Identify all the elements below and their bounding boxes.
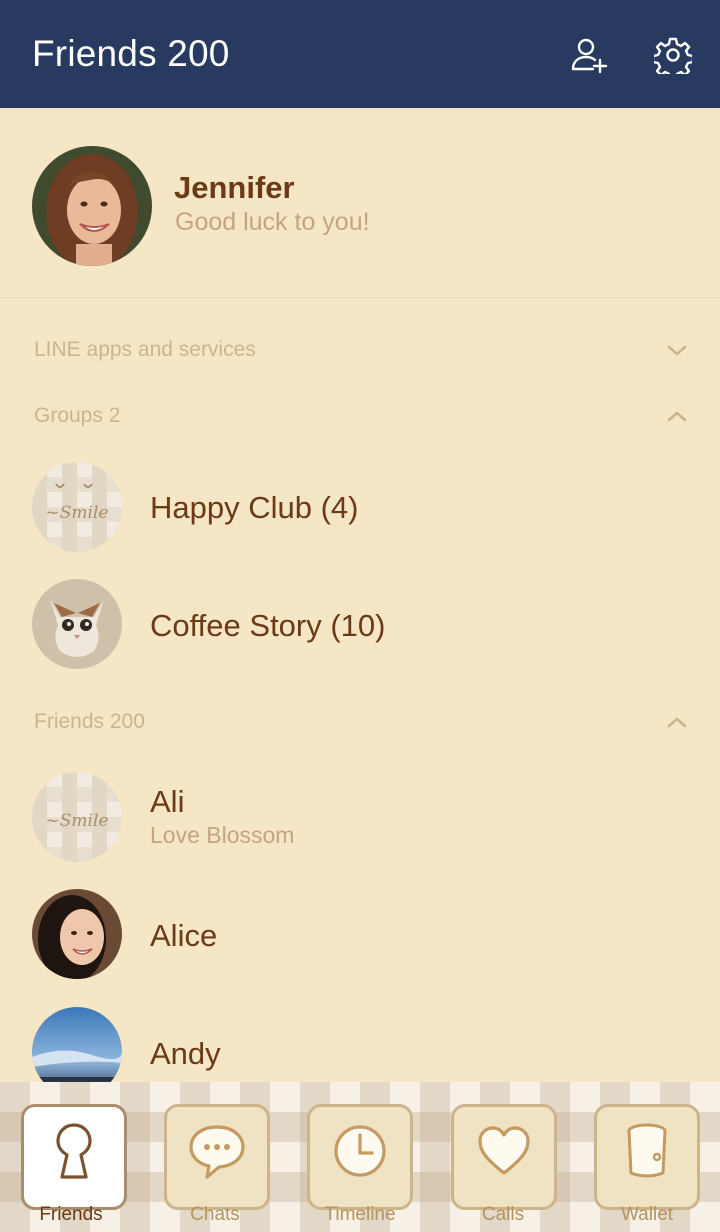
avatar	[32, 579, 122, 669]
group-name: Happy Club (4)	[150, 490, 359, 525]
avatar: ~Smile	[32, 772, 122, 862]
list-item[interactable]: Coffee Story (10)	[0, 570, 720, 680]
tab-calls[interactable]	[451, 1104, 557, 1210]
my-profile[interactable]: Jennifer Good luck to you!	[0, 108, 720, 298]
list-item[interactable]: ~Smile Happy Club (4)	[0, 452, 720, 562]
chevron-up-icon[interactable]	[666, 405, 688, 427]
tab-timeline[interactable]	[307, 1104, 413, 1210]
group-name: Coffee Story (10)	[150, 608, 386, 643]
keyhole-icon	[56, 1123, 92, 1179]
section-label: LINE apps and services	[34, 338, 256, 361]
avatar: ~Smile	[32, 462, 122, 552]
chevron-down-icon[interactable]	[666, 339, 688, 361]
tab-label-timeline[interactable]: Timeline	[307, 1204, 413, 1226]
list-item[interactable]: Alice	[0, 880, 720, 990]
friend-status-message: Love Blossom	[150, 822, 295, 848]
tab-chats[interactable]	[164, 1104, 270, 1210]
avatar	[32, 889, 122, 979]
friend-name: Alice	[150, 918, 218, 953]
page-title: Friends 200	[32, 33, 230, 74]
tab-label-friends[interactable]: Friends	[18, 1204, 124, 1226]
section-line-services[interactable]: LINE apps and services	[34, 330, 694, 370]
app-header: Friends 200	[0, 0, 720, 108]
svg-text:~Smile: ~Smile	[46, 811, 109, 831]
friend-name: Andy	[150, 1036, 221, 1071]
chevron-up-icon[interactable]	[666, 711, 688, 733]
list-item[interactable]: ~Smile Ali Love Blossom	[0, 762, 720, 872]
heart-icon	[478, 1126, 530, 1175]
tab-friends[interactable]	[21, 1104, 127, 1210]
section-label: Friends 200	[34, 710, 145, 733]
gear-icon[interactable]	[652, 34, 694, 76]
tab-wallet[interactable]	[594, 1104, 700, 1210]
tab-label-wallet[interactable]: Wallet	[594, 1204, 700, 1226]
avatar[interactable]	[32, 146, 152, 266]
profile-status-message: Good luck to you!	[175, 208, 370, 236]
add-friend-icon[interactable]	[568, 34, 610, 76]
speech-bubble-icon	[189, 1125, 245, 1179]
cup-icon	[627, 1123, 667, 1178]
svg-text:~Smile: ~Smile	[46, 503, 109, 523]
tab-label-calls[interactable]: Calls	[450, 1204, 556, 1226]
profile-name: Jennifer	[174, 170, 295, 205]
friend-name: Ali	[150, 784, 185, 819]
tab-label-chats[interactable]: Chats	[162, 1204, 268, 1226]
clock-icon	[334, 1125, 386, 1177]
section-label: Groups 2	[34, 404, 121, 427]
section-groups[interactable]: Groups 2	[34, 396, 694, 436]
section-friends[interactable]: Friends 200	[34, 702, 694, 742]
